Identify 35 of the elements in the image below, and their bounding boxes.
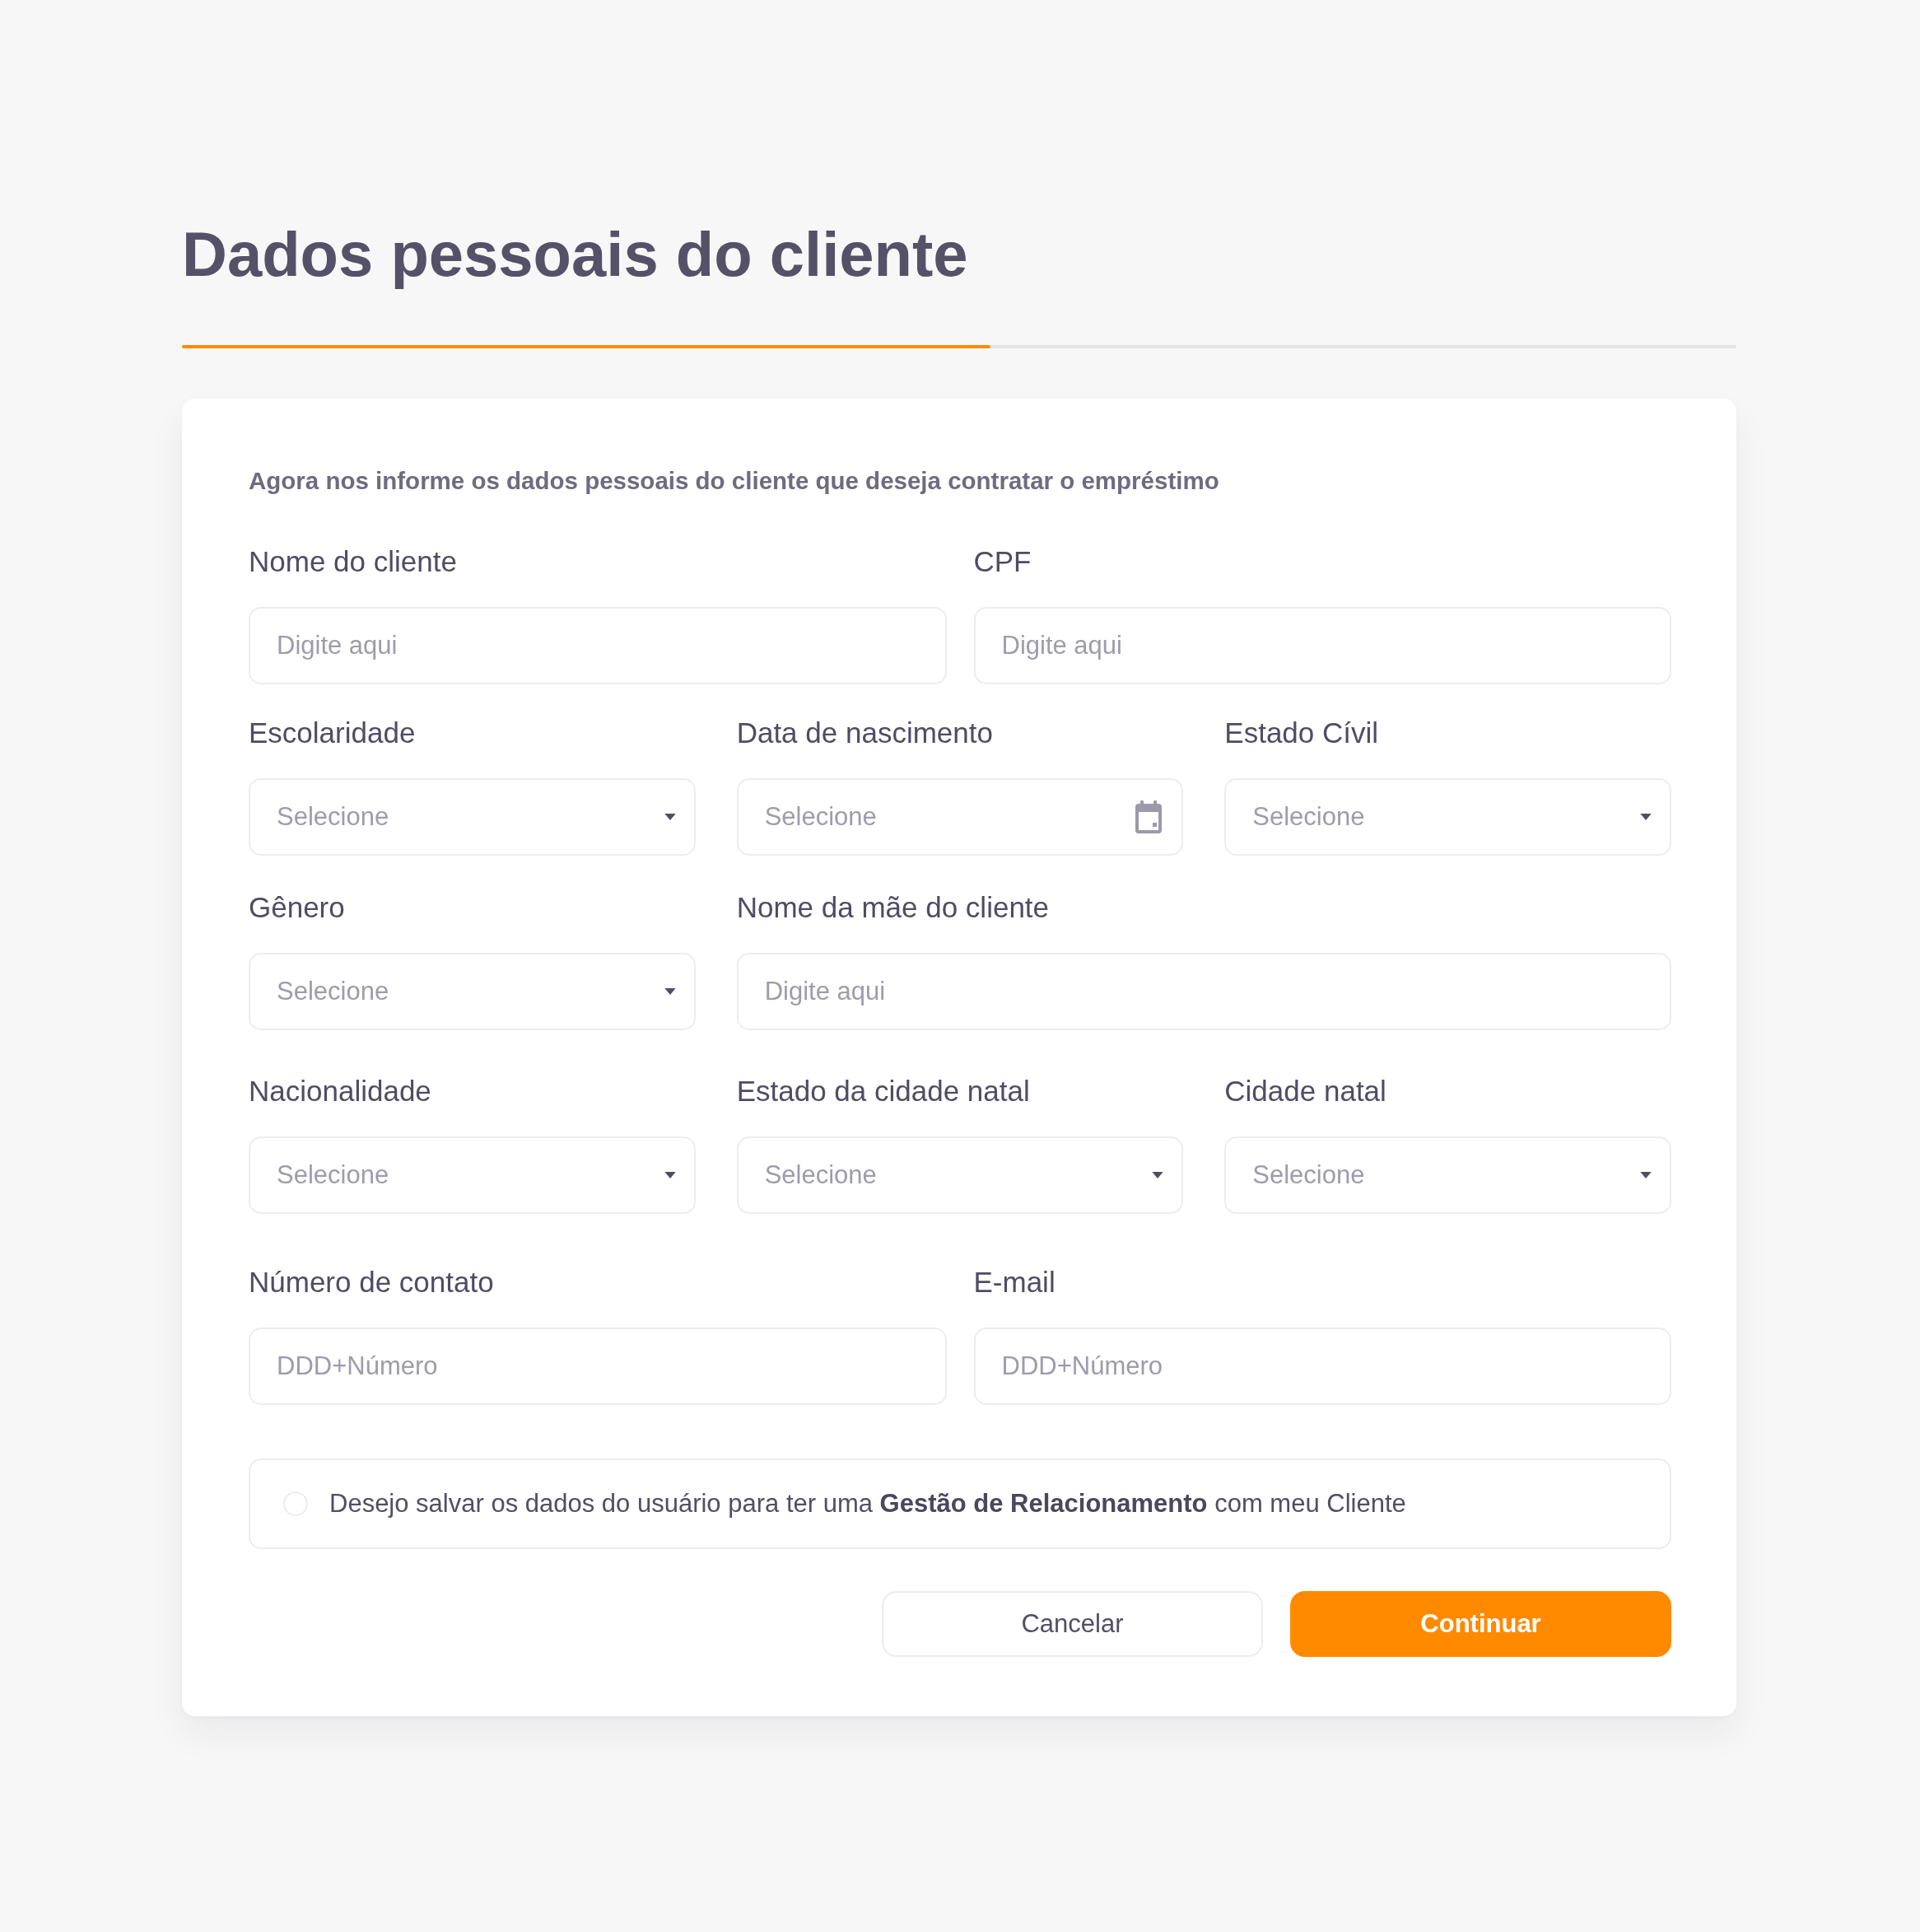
consent-text: Desejo salvar os dados do usuário para ter uma Gestão de Relacionamento com meu Cliente (329, 1488, 1406, 1519)
field-label: Nome do cliente (249, 545, 457, 578)
field-label: Número de contato (249, 1266, 494, 1299)
dropdown-field[interactable]: Selecione (1224, 1136, 1671, 1214)
dropdown-field[interactable]: Selecione (1224, 778, 1671, 856)
field-label: Gênero (249, 891, 345, 924)
caret-icon (664, 988, 676, 995)
dropdown-field[interactable]: Selecione (249, 1136, 696, 1214)
caret-icon (1639, 814, 1652, 820)
field-label: Nacionalidade (249, 1075, 431, 1108)
page-title: Dados pessoais do cliente (182, 218, 968, 291)
field-label: Nome da mãe do cliente (736, 891, 1050, 924)
dropdown-field[interactable]: Selecione (736, 1136, 1184, 1214)
caret-icon (1639, 1172, 1652, 1178)
date-field[interactable]: Selecione (736, 778, 1184, 856)
field-label: CPF (973, 545, 1032, 578)
text-field[interactable]: Digite aqui (973, 607, 1671, 684)
form-intro: Agora nos informe os dados pessoais do cliente que deseja contratar o empréstimo (249, 466, 1219, 496)
cancel-button[interactable]: Cancelar (882, 1591, 1263, 1657)
field-label: Estado Cívil (1224, 716, 1379, 749)
dropdown-field[interactable]: Selecione (249, 953, 696, 1030)
field-label: Escolaridade (249, 716, 416, 749)
field-label: Data de nascimento (736, 716, 993, 749)
text-field[interactable]: Digite aqui (249, 607, 947, 684)
field-label: Estado da cidade natal (736, 1075, 1030, 1108)
caret-icon (664, 1172, 676, 1178)
caret-icon (1152, 1172, 1164, 1178)
field-label: Cidade natal (1224, 1075, 1386, 1108)
text-field[interactable]: DDD+Número (249, 1328, 947, 1405)
caret-icon (664, 814, 676, 820)
dropdown-field[interactable]: Selecione (249, 778, 696, 856)
field-label: E-mail (973, 1266, 1056, 1299)
text-field[interactable]: DDD+Número (973, 1328, 1671, 1405)
calendar-icon (1134, 800, 1164, 833)
text-field[interactable]: Digite aqui (736, 953, 1671, 1030)
